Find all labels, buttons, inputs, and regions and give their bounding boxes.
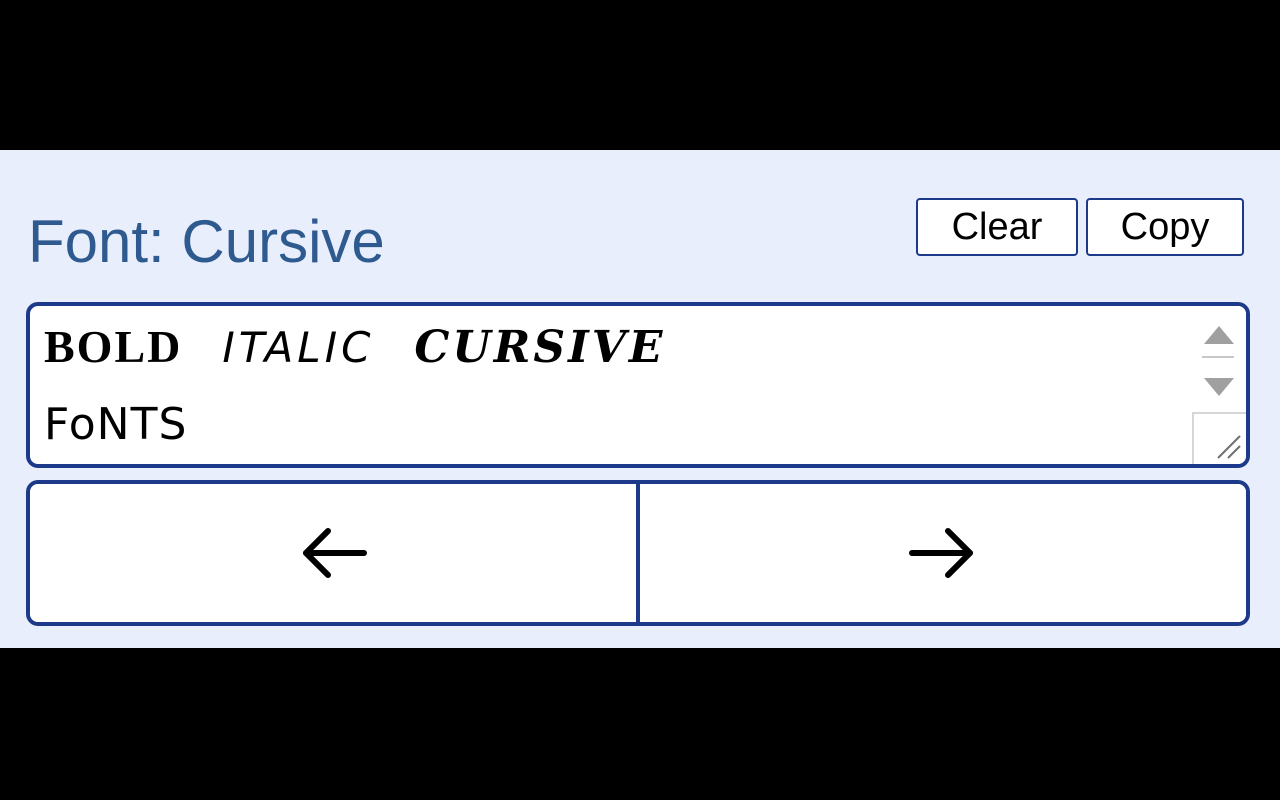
arrow-right-icon [909,528,973,578]
font-name-label: Font: Cursive [28,208,385,275]
triangle-down-icon[interactable] [1204,378,1234,396]
previous-font-button[interactable] [30,484,636,622]
triangle-up-icon[interactable] [1204,326,1234,344]
cursive-text: CURSIVE [414,322,666,373]
navigation-bar [26,480,1250,626]
italic-text: ITALIC [222,323,375,372]
text-output-area[interactable]: BOLD ITALIC CURSIVE FoNTS [26,302,1250,468]
scrollbar-divider [1202,356,1234,358]
next-font-button[interactable] [640,484,1246,622]
text-line-1: BOLD ITALIC CURSIVE [44,322,701,383]
resize-grip-icon[interactable] [1192,412,1246,464]
clear-button[interactable]: Clear [916,198,1078,256]
bold-text: BOLD [44,321,183,372]
text-line-2: FoNTS [44,400,223,460]
fonts-text: FoNTS [44,399,188,450]
arrow-left-icon [303,528,367,578]
copy-button[interactable]: Copy [1086,198,1244,256]
